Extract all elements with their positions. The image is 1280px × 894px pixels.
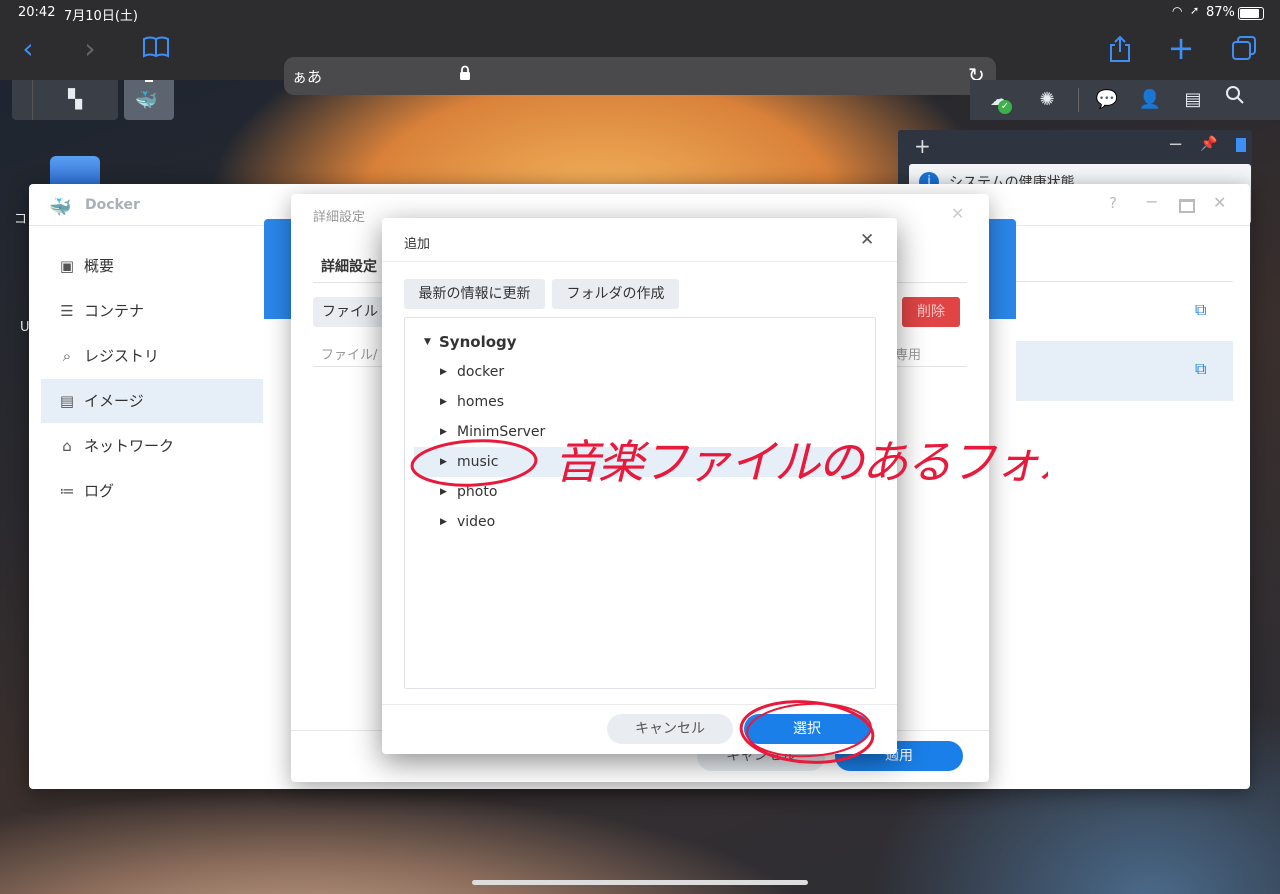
- annotation-text: 音楽ファイルのあるフォルダ: [554, 435, 1048, 489]
- tree-root-synology[interactable]: ▼ Synology: [414, 327, 860, 357]
- dialog-title: 詳細設定: [313, 210, 366, 225]
- bookmarks-icon[interactable]: [140, 35, 172, 67]
- open-external-icon-2[interactable]: ⧉: [1195, 359, 1206, 379]
- loading-icon[interactable]: ✺: [1032, 85, 1062, 115]
- lock-icon: [459, 65, 471, 85]
- home-indicator: [472, 880, 808, 885]
- docker-title-icon: 🐳: [49, 197, 72, 218]
- sidebar-item-image[interactable]: ▤ イメージ: [41, 379, 263, 423]
- minimize-widget-icon[interactable]: −: [1168, 134, 1183, 155]
- file-button[interactable]: ファイル: [313, 297, 387, 327]
- maximize-icon[interactable]: [1179, 199, 1195, 213]
- user-icon[interactable]: 👤: [1135, 85, 1165, 115]
- help-icon[interactable]: ?: [1109, 194, 1117, 212]
- text-size-button[interactable]: ぁあ: [292, 66, 322, 87]
- main-menu-icon[interactable]: ▚: [60, 85, 90, 115]
- delete-button[interactable]: 削除: [902, 297, 960, 327]
- desktop-app-icon[interactable]: [50, 156, 100, 186]
- tabs-icon[interactable]: [1228, 35, 1260, 67]
- pin-icon[interactable]: 📌: [1200, 136, 1217, 152]
- docker-taskbar-button[interactable]: 🐳: [124, 80, 174, 120]
- dsm-taskbar-left: ▚: [12, 80, 118, 120]
- container-icon: ☰: [60, 302, 74, 320]
- browser-toolbar: ‹ › ぁあ ↻ +: [0, 26, 1280, 95]
- sidebar-item-network[interactable]: ⌂ ネットワーク: [41, 424, 263, 468]
- sidebar-item-log[interactable]: ≔ ログ: [41, 469, 263, 513]
- open-external-icon[interactable]: ⧉: [1195, 300, 1206, 320]
- forward-icon[interactable]: ›: [74, 34, 106, 66]
- new-tab-icon[interactable]: +: [1165, 32, 1197, 65]
- sidebar-item-container[interactable]: ☰ コンテナ: [41, 289, 263, 333]
- tree-item-docker[interactable]: ▶ docker: [414, 357, 860, 387]
- tab-advanced[interactable]: 詳細設定: [321, 256, 377, 276]
- address-bar[interactable]: ぁあ ↻: [284, 57, 996, 95]
- minimize-icon[interactable]: −: [1145, 192, 1158, 211]
- column-readonly: 専用: [895, 348, 922, 363]
- status-date: 7月10日(土): [64, 9, 138, 24]
- back-icon[interactable]: ‹: [12, 34, 44, 66]
- wifi-icon: ◠: [1172, 4, 1183, 18]
- sidebar-item-registry[interactable]: ⌕ レジストリ: [41, 334, 263, 378]
- location-icon: ➚: [1190, 4, 1200, 17]
- window-title: Docker: [85, 197, 140, 213]
- handwritten-annotation: 音楽ファイルのあるフォルダ: [410, 435, 1048, 764]
- dsm-taskbar-right: ☁ ✓ ✺ 💬 👤 ▤: [970, 80, 1280, 120]
- image-icon: ▤: [59, 392, 75, 410]
- caret-down-icon: ▼: [424, 337, 431, 347]
- battery-percent: 87%: [1206, 5, 1235, 20]
- status-bar: 20:42 7月10日(土) ◠ ➚ 87%: [0, 0, 1280, 26]
- column-file: ファイル/: [321, 348, 378, 363]
- overview-icon: ▣: [59, 257, 75, 275]
- docker-whale-icon: 🐳: [135, 90, 158, 111]
- close-icon[interactable]: ✕: [951, 204, 964, 223]
- dialog-title: 追加: [404, 237, 431, 252]
- add-widget-icon[interactable]: +: [914, 134, 931, 158]
- registry-icon: ⌕: [62, 347, 72, 365]
- log-icon: ≔: [59, 482, 75, 500]
- highlight-circle-music: [410, 439, 538, 487]
- share-icon[interactable]: [1104, 35, 1136, 67]
- close-icon[interactable]: ✕: [860, 230, 874, 250]
- widgets-icon[interactable]: ▤: [1178, 85, 1208, 115]
- desktop-label-fragment: コ: [14, 212, 28, 227]
- battery-icon: [1238, 7, 1264, 20]
- search-icon[interactable]: [1220, 85, 1250, 115]
- sidebar-item-overview[interactable]: ▣ 概要: [41, 244, 263, 288]
- widget-settings-icon[interactable]: [1236, 138, 1246, 152]
- caret-right-icon: ▶: [440, 367, 447, 377]
- network-icon: ⌂: [62, 437, 72, 455]
- check-badge-icon: ✓: [998, 100, 1012, 114]
- refresh-button[interactable]: 最新の情報に更新: [404, 279, 545, 309]
- notification-icon[interactable]: 💬: [1092, 85, 1122, 115]
- status-time: 20:42: [18, 5, 56, 20]
- create-folder-button[interactable]: フォルダの作成: [552, 279, 679, 309]
- close-icon[interactable]: ✕: [1213, 193, 1226, 212]
